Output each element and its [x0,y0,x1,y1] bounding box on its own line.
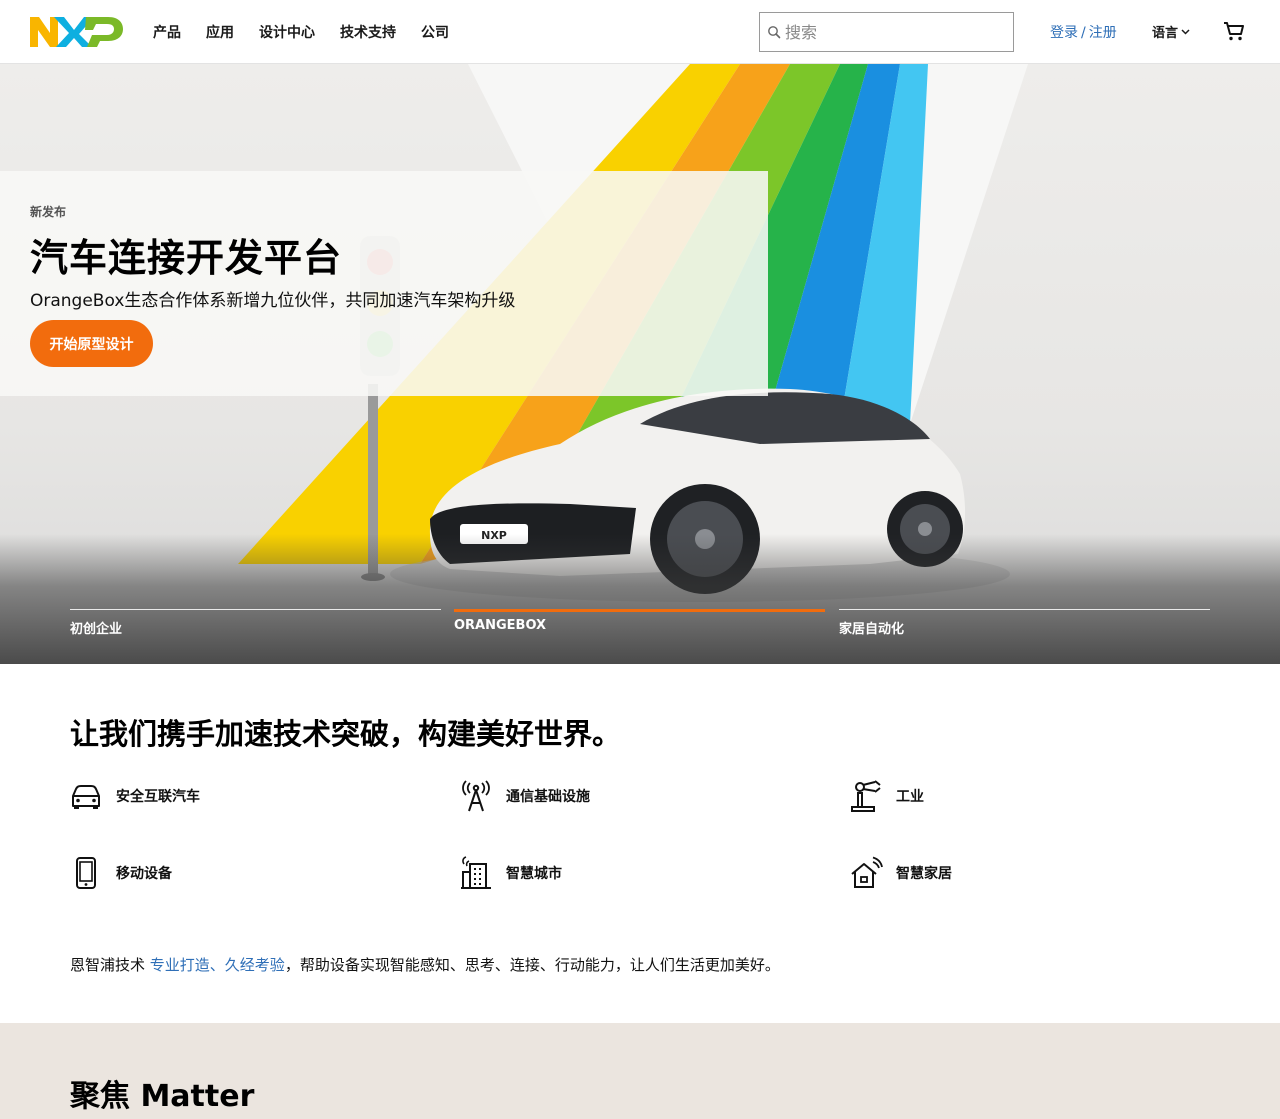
site-header: 产品 应用 设计中心 技术支持 公司 登录/注册 语言 [0,0,1280,64]
smart-city-icon [461,856,491,889]
start-prototyping-button[interactable]: 开始原型设计 [30,320,153,367]
section-title: 让我们携手加速技术突破，构建美好世界。 [70,717,622,751]
category-label: 智慧城市 [506,866,562,882]
category-label: 安全互联汽车 [116,789,200,805]
search-icon [768,26,781,39]
nxp-logo[interactable] [30,15,124,49]
intro-paragraph: 恩智浦技术 专业打造、久经考验，帮助设备实现智能感知、思考、连接、行动能力，让人… [70,954,780,975]
hero-banner: NXP 新发布 汽车连接开发平台 OrangeBox生态合作体系新增九位伙伴，共… [0,64,1280,664]
nav-item-applications[interactable]: 应用 [206,22,234,42]
cart-icon[interactable] [1222,19,1246,43]
car-icon [72,785,100,809]
category-label: 智慧家居 [896,866,952,882]
category-smart-city[interactable]: 智慧城市 [459,855,562,891]
hero-carousel-tabs: 初创企业 ORANGEBOX 家居自动化 [70,609,1210,649]
nav-item-company[interactable]: 公司 [421,22,449,42]
category-comms-infrastructure[interactable]: 通信基础设施 [459,778,590,814]
login-register: 登录 / 注册 [1050,22,1117,42]
category-mobile[interactable]: 移动设备 [69,855,172,891]
nav-item-design-center[interactable]: 设计中心 [259,22,315,42]
main-nav: 产品 应用 设计中心 技术支持 公司 [153,0,474,64]
robot-arm-icon [851,780,881,812]
matter-section: 聚焦 Matter [0,1023,1280,1119]
carousel-tab-startups[interactable]: 初创企业 [70,609,441,649]
search-input[interactable] [785,22,1005,42]
smartphone-icon [76,857,96,889]
category-label: 通信基础设施 [506,789,590,805]
chevron-down-icon [1181,28,1190,35]
language-label: 语言 [1152,26,1179,41]
hero-kicker: 新发布 [30,205,67,219]
category-smart-home[interactable]: 智慧家居 [849,855,952,891]
nav-item-support[interactable]: 技术支持 [340,22,396,42]
category-industrial[interactable]: 工业 [849,778,924,814]
register-link[interactable]: 注册 [1089,25,1117,41]
category-automotive[interactable]: 安全互联汽车 [69,778,200,814]
carousel-tab-orangebox[interactable]: ORANGEBOX [454,609,825,649]
intro-prefix: 恩智浦技术 [70,956,146,974]
login-link[interactable]: 登录 [1050,25,1078,41]
search-box [759,12,1014,52]
login-separator: / [1081,25,1086,41]
matter-title: 聚焦 Matter [70,1079,255,1114]
intro-suffix: ，帮助设备实现智能感知、思考、连接、行动能力，让人们生活更加美好。 [284,956,780,974]
carousel-tab-home-automation[interactable]: 家居自动化 [839,609,1210,649]
language-selector[interactable]: 语言 [1152,22,1190,41]
antenna-tower-icon [462,780,490,812]
nav-item-products[interactable]: 产品 [153,22,181,42]
category-label: 移动设备 [116,866,172,882]
category-label: 工业 [896,789,924,805]
smart-home-icon [851,856,883,888]
hero-subtitle: OrangeBox生态合作体系新增九位伙伴，共同加速汽车架构升级 [30,291,516,311]
intro-link[interactable]: 专业打造、久经考验 [150,956,285,974]
hero-title: 汽车连接开发平台 [30,236,343,280]
